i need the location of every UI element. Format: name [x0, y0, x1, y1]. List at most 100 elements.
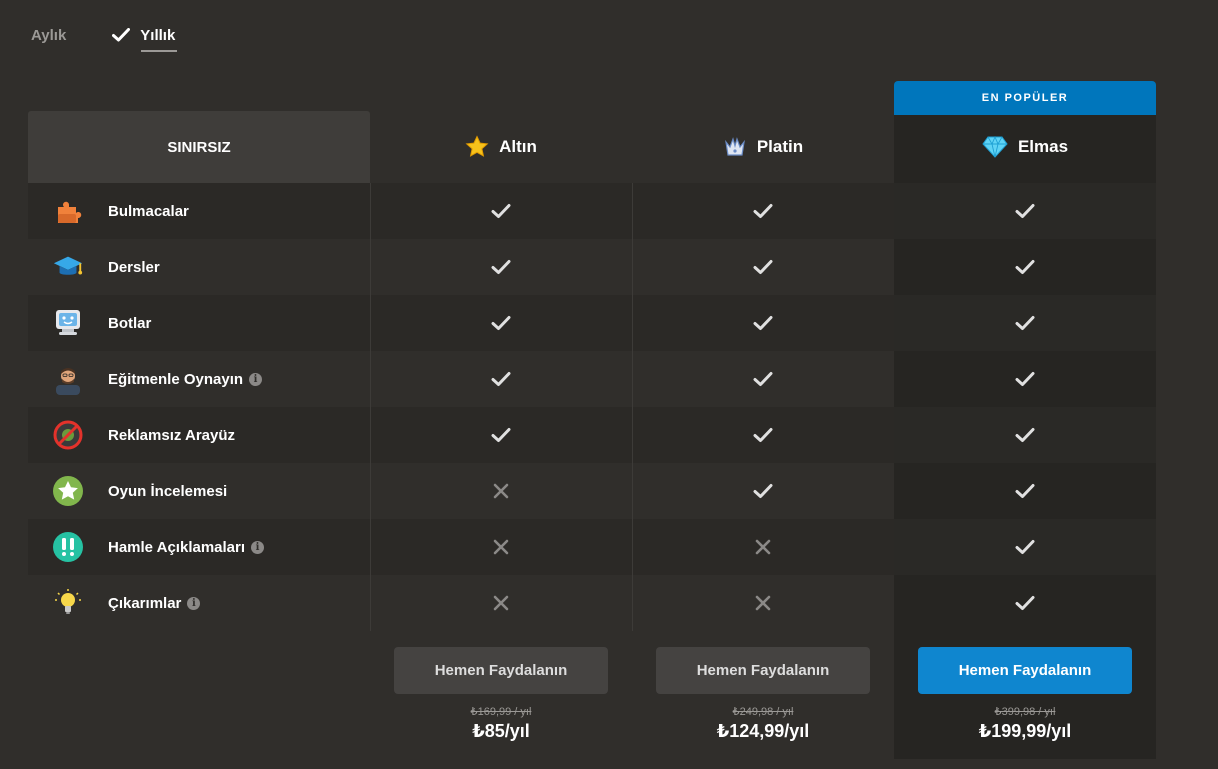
check-icon	[1015, 596, 1035, 610]
table-row: Oyun İncelemesi	[28, 463, 1156, 519]
plan-name-diamond: Elmas	[1017, 137, 1069, 156]
cta-button-gold[interactable]: Hemen Faydalanın	[394, 647, 608, 694]
no-ads-icon	[52, 419, 84, 451]
billing-monthly-option[interactable]: Aylık	[31, 21, 66, 49]
feature-label-text: Reklamsız Arayüz	[108, 426, 236, 444]
check-icon	[1015, 372, 1035, 386]
feature-mark-gold	[370, 183, 632, 239]
feature-mark-platinum	[632, 183, 894, 239]
selected-underline	[141, 50, 178, 52]
cta-button-diamond[interactable]: Hemen Faydalanın	[918, 647, 1132, 694]
billing-yearly-option[interactable]: Yıllık	[112, 21, 178, 52]
feature-label-text: Eğitmenle Oynayın	[108, 370, 244, 388]
cta-button-platinum[interactable]: Hemen Faydalanın	[656, 647, 870, 694]
info-icon[interactable]: i	[249, 372, 263, 386]
feature-mark-platinum	[632, 295, 894, 351]
feature-label: Dersler	[108, 259, 160, 276]
robot-monitor-icon	[52, 307, 84, 339]
check-icon	[753, 484, 773, 498]
price-diamond: ₺199,99/yıl	[978, 721, 1072, 741]
crown-icon	[724, 137, 745, 156]
feature-label-text: Hamle Açıklamaları	[108, 538, 246, 556]
feature-mark-gold	[370, 351, 632, 407]
feature-mark-diamond	[894, 295, 1156, 351]
cross-icon	[493, 595, 509, 611]
check-icon	[753, 372, 773, 386]
info-icon[interactable]: i	[251, 540, 265, 554]
feature-label: Reklamsız Arayüz	[108, 427, 235, 444]
info-icon[interactable]: i	[187, 596, 201, 610]
feature-label: Bulmacalar	[108, 203, 189, 220]
feature-cell: Eğitmenle Oynayın i	[28, 351, 370, 407]
feature-label-text: Oyun İncelemesi	[108, 482, 228, 500]
check-icon	[491, 372, 511, 386]
exclamation-icon	[52, 531, 84, 563]
feature-cell: Dersler	[28, 239, 370, 295]
cross-icon	[755, 539, 771, 555]
feature-label: Eğitmenle Oynayın i	[108, 370, 263, 388]
feature-mark-platinum	[632, 351, 894, 407]
billing-monthly-label: Aylık	[31, 26, 67, 44]
check-icon	[753, 204, 773, 218]
table-row: Çıkarımlar i	[28, 575, 1156, 631]
feature-mark-gold	[370, 295, 632, 351]
price-block-gold: ₺169,99 / yıl ₺85/yıl	[370, 705, 632, 742]
feature-mark-diamond	[894, 239, 1156, 295]
feature-cell: Reklamsız Arayüz	[28, 407, 370, 463]
feature-mark-diamond	[894, 519, 1156, 575]
feature-mark-diamond	[894, 183, 1156, 239]
table-row: Botlar	[28, 295, 1156, 351]
check-icon	[1015, 204, 1035, 218]
puzzle-icon	[52, 195, 84, 227]
plan-header-platinum: Platin	[632, 111, 894, 183]
feature-mark-diamond	[894, 575, 1156, 631]
feature-mark-platinum	[632, 239, 894, 295]
graduation-cap-icon	[52, 251, 84, 283]
feature-mark-gold	[370, 575, 632, 631]
feature-mark-platinum	[632, 407, 894, 463]
feature-mark-platinum	[632, 463, 894, 519]
feature-mark-gold	[370, 519, 632, 575]
check-icon	[491, 428, 511, 442]
old-price-diamond: ₺399,98 / yıl	[994, 706, 1056, 718]
feature-label-text: Bulmacalar	[108, 202, 189, 220]
column-divider	[370, 183, 371, 631]
feature-label-text: Çıkarımlar	[108, 594, 182, 612]
check-icon	[1015, 484, 1035, 498]
feature-cell: Bulmacalar	[28, 183, 370, 239]
label-header: SINIRSIZ	[28, 111, 370, 183]
billing-yearly-label: Yıllık	[140, 26, 176, 44]
column-divider	[632, 183, 633, 631]
old-price-platinum: ₺249,98 / yıl	[732, 706, 794, 718]
check-icon	[1015, 428, 1035, 442]
feature-cell: Çıkarımlar i	[28, 575, 370, 631]
table-row: Dersler	[28, 239, 1156, 295]
coach-avatar-icon	[52, 363, 84, 395]
plan-header-gold: Altın	[370, 111, 632, 183]
feature-label-text: Botlar	[108, 314, 152, 332]
table-row: Bulmacalar	[28, 183, 1156, 239]
platinum-column-header: Platin	[632, 81, 894, 183]
plan-name-platinum: Platin	[756, 137, 804, 156]
check-icon	[1015, 316, 1035, 330]
feature-mark-diamond	[894, 407, 1156, 463]
table-row: Eğitmenle Oynayın i	[28, 351, 1156, 407]
check-icon	[112, 28, 131, 42]
star-icon	[465, 135, 489, 157]
check-icon	[753, 428, 773, 442]
feature-label: Botlar	[108, 315, 151, 332]
check-icon	[753, 260, 773, 274]
label-column-header: SINIRSIZ	[28, 81, 370, 183]
feature-mark-gold	[370, 239, 632, 295]
feature-mark-platinum	[632, 575, 894, 631]
feature-mark-diamond	[894, 351, 1156, 407]
check-icon	[1015, 540, 1035, 554]
check-icon	[491, 260, 511, 274]
feature-label: Hamle Açıklamaları i	[108, 538, 265, 556]
check-icon	[753, 316, 773, 330]
plan-header-diamond: Elmas	[894, 111, 1156, 183]
review-star-icon	[52, 475, 84, 507]
price-block-diamond: ₺399,98 / yıl ₺199,99/yıl	[894, 705, 1156, 742]
feature-cell: Hamle Açıklamaları i	[28, 519, 370, 575]
feature-label: Çıkarımlar i	[108, 594, 201, 612]
